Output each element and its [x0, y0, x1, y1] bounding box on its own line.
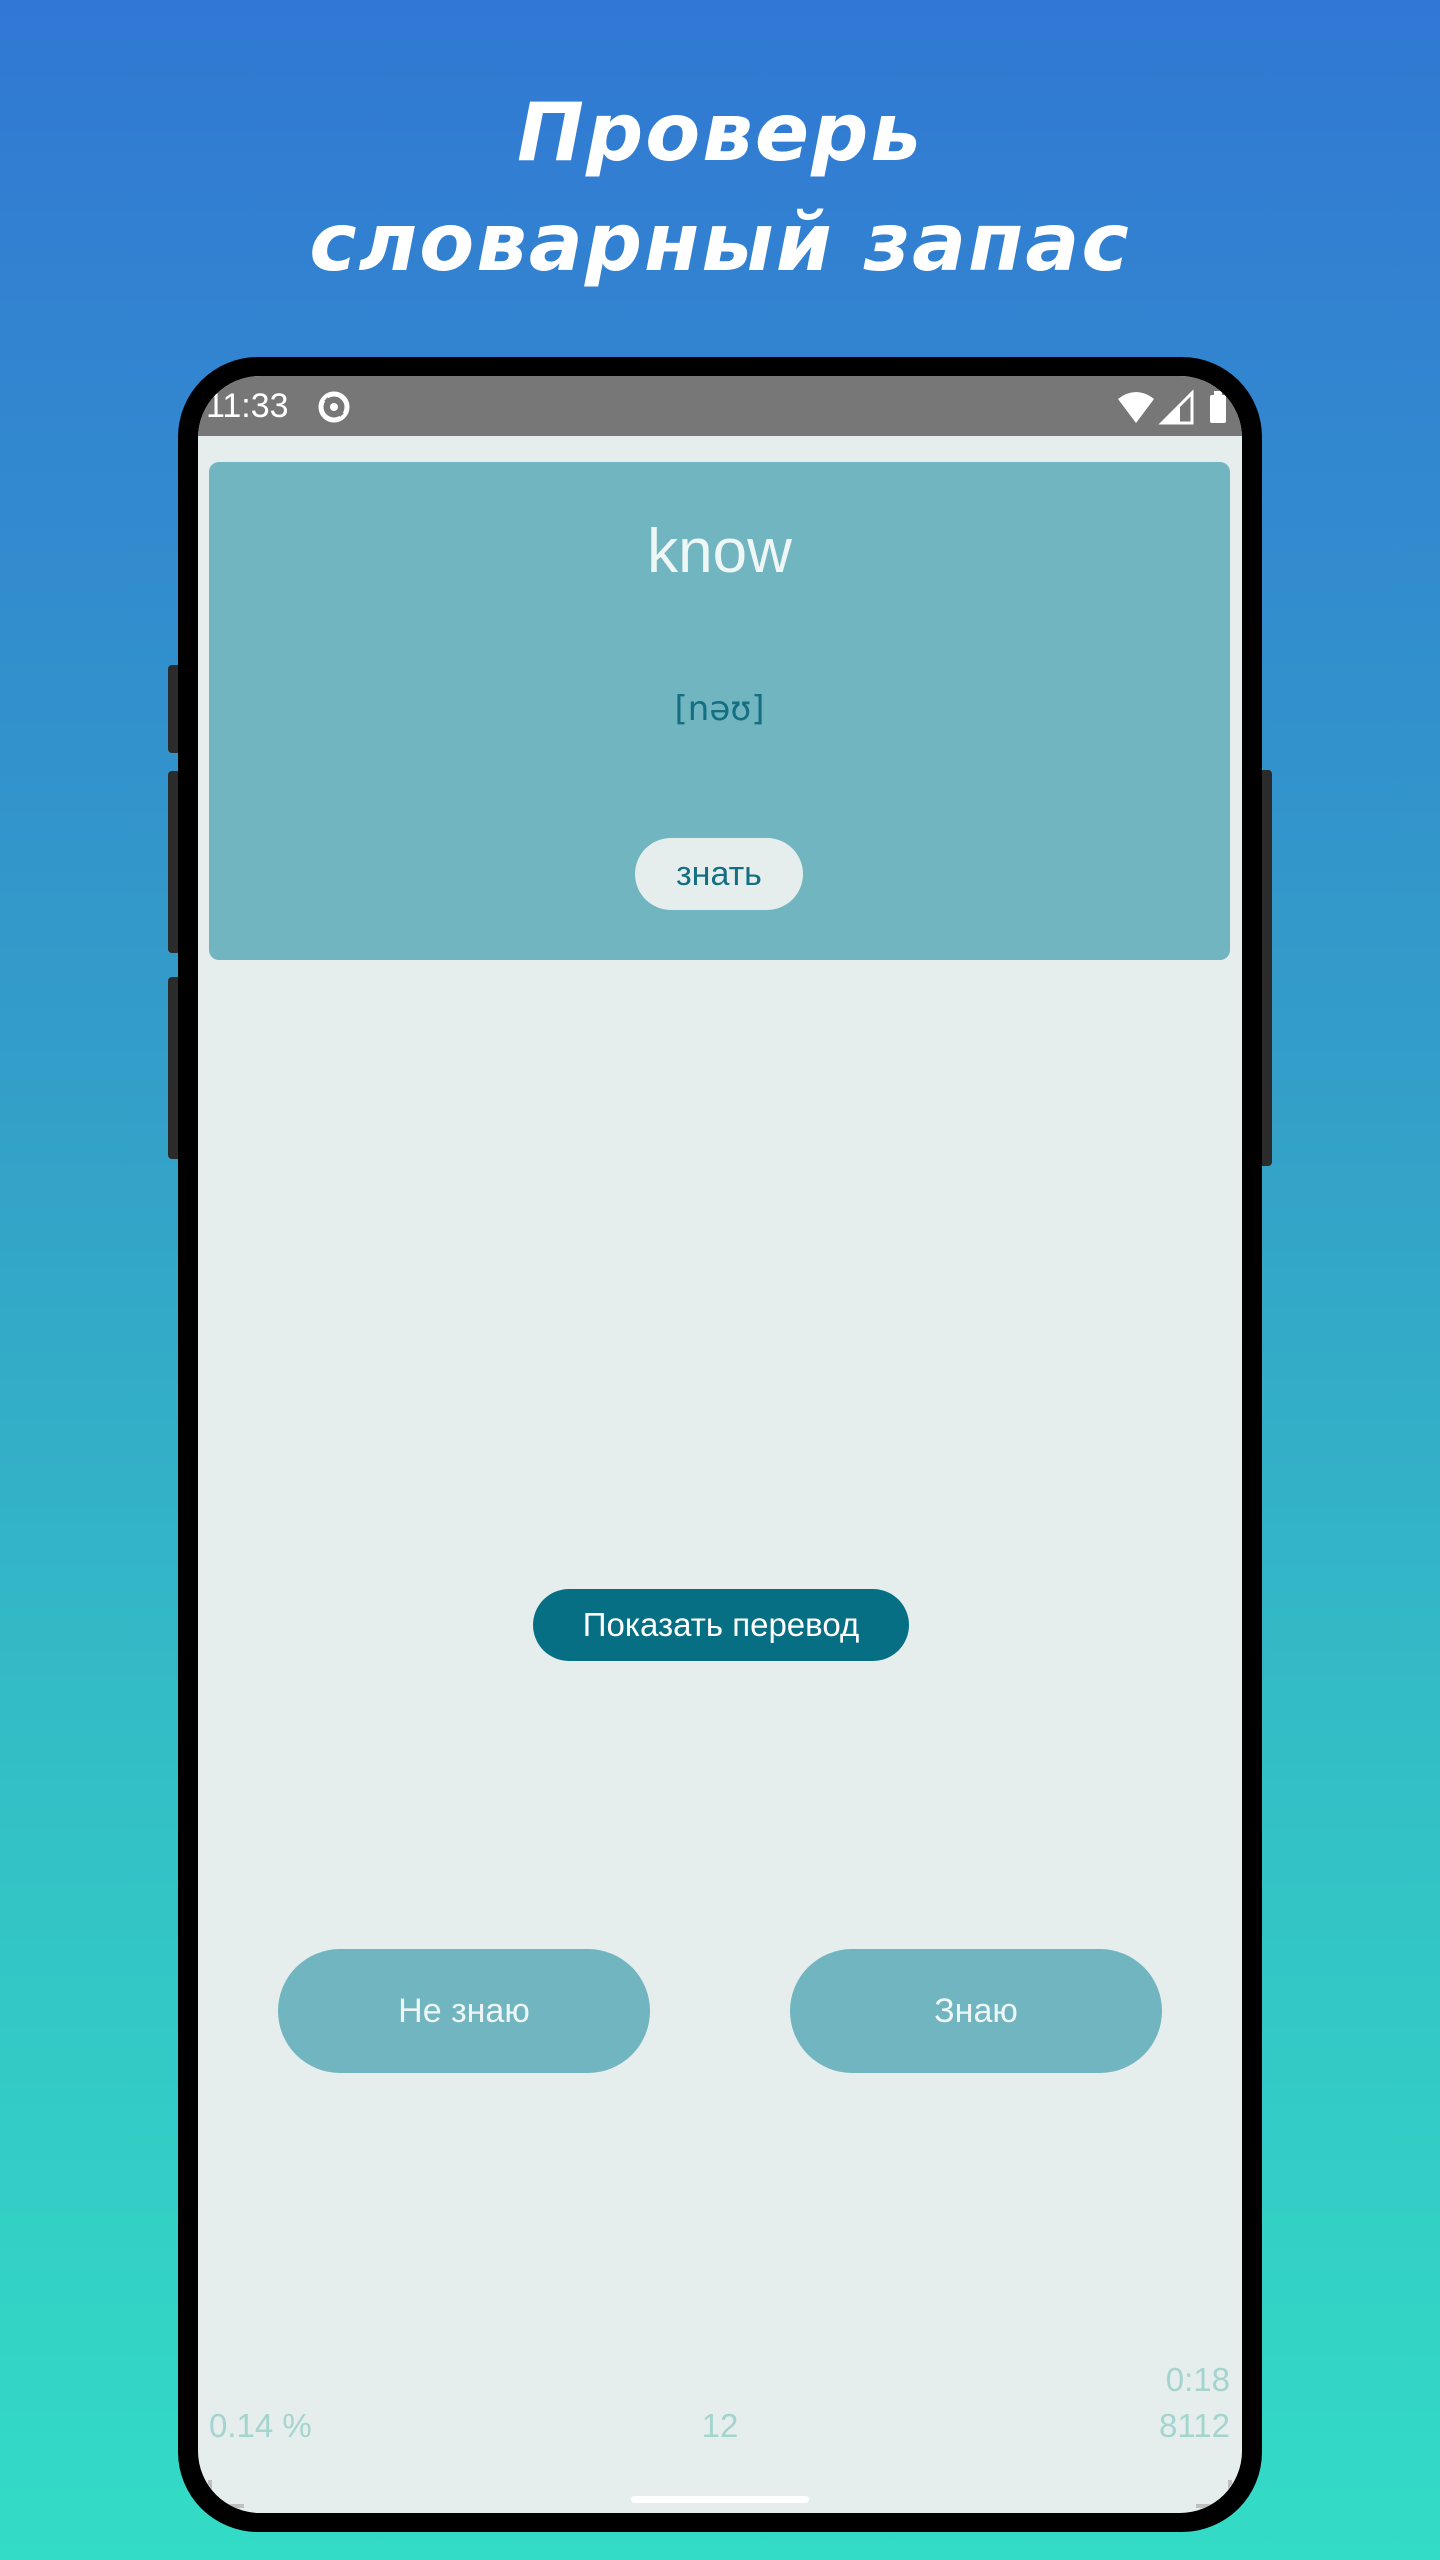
- status-icons: [1118, 389, 1226, 425]
- show-translation-button[interactable]: Показать перевод: [533, 1589, 909, 1661]
- answered-count: 12: [701, 2407, 739, 2444]
- promo-headline: Проверь словарный запас: [0, 78, 1440, 298]
- total-words: 8112: [1159, 2407, 1230, 2444]
- translation-chip[interactable]: знать: [635, 838, 803, 910]
- status-bar: 11:33: [198, 376, 1242, 436]
- wifi-icon: [1118, 392, 1154, 423]
- dont-know-button[interactable]: Не знаю: [278, 1949, 650, 2073]
- promo-headline-line1: Проверь: [517, 86, 923, 179]
- word-card: know [nəʊ] знать: [209, 462, 1230, 960]
- word-transcription: [nəʊ]: [674, 689, 765, 729]
- promo-headline-line2: словарный запас: [309, 196, 1131, 289]
- signal-icon: [1158, 389, 1194, 425]
- know-button[interactable]: Знаю: [790, 1949, 1162, 2073]
- home-indicator[interactable]: [631, 2496, 809, 2503]
- status-time: 11:33: [206, 387, 289, 425]
- screen-corner-right: [1196, 2480, 1232, 2508]
- phone-screen: 11:33 know [nəʊ] знать Показать перевод …: [198, 376, 1242, 2513]
- sync-icon: [318, 391, 350, 423]
- screen-corner-left: [208, 2480, 244, 2508]
- word-title: know: [647, 517, 792, 586]
- timer-label: 0:18: [1165, 2361, 1230, 2398]
- battery-icon: [1210, 391, 1226, 423]
